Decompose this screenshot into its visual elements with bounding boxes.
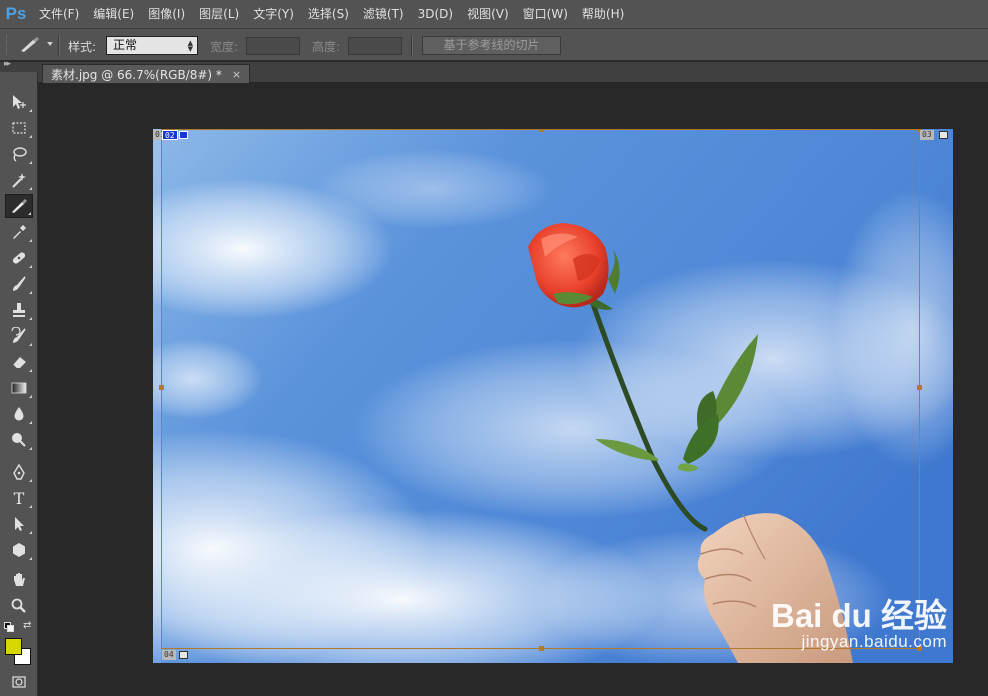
blur-tool-icon[interactable] bbox=[5, 402, 33, 426]
slice-image-icon bbox=[939, 131, 948, 139]
options-grip[interactable] bbox=[6, 35, 10, 55]
slice-image-icon bbox=[179, 651, 188, 659]
history-brush-tool-icon[interactable] bbox=[5, 324, 33, 348]
baidu-watermark: Bai du 经验 jingyan.baidu.com bbox=[771, 599, 947, 651]
swap-colors-icon[interactable]: ⇄ bbox=[23, 620, 31, 631]
menu-view[interactable]: 视图(V) bbox=[460, 0, 516, 28]
image-canvas[interactable]: 01 02 03 04 Bai du 经验 jingyan.baidu.com bbox=[153, 129, 953, 663]
document-tab-title: 素材.jpg @ 66.7%(RGB/8#) * bbox=[51, 67, 222, 82]
menu-3d[interactable]: 3D(D) bbox=[411, 0, 460, 28]
color-swatches bbox=[4, 638, 34, 670]
menu-help[interactable]: 帮助(H) bbox=[575, 0, 631, 28]
style-select-value: 正常 bbox=[113, 38, 138, 52]
zoom-tool-icon[interactable] bbox=[5, 594, 33, 618]
dodge-tool-icon[interactable] bbox=[5, 428, 33, 452]
watermark-main: Bai du 经验 bbox=[770, 597, 947, 634]
menu-layer[interactable]: 图层(L) bbox=[192, 0, 246, 28]
menu-bar: Ps 文件(F) 编辑(E) 图像(I) 图层(L) 文字(Y) 选择(S) 滤… bbox=[0, 0, 988, 28]
pen-tool-icon[interactable] bbox=[5, 460, 33, 484]
slice-tool-icon[interactable] bbox=[18, 36, 40, 54]
menu-edit[interactable]: 编辑(E) bbox=[86, 0, 141, 28]
brush-tool-icon[interactable] bbox=[5, 272, 33, 296]
slice-label-03: 03 bbox=[920, 130, 934, 140]
magic-wand-tool-icon[interactable] bbox=[5, 168, 33, 192]
slice-handle[interactable] bbox=[917, 385, 922, 390]
slice-handle[interactable] bbox=[159, 385, 164, 390]
eyedropper-tool-icon[interactable] bbox=[5, 220, 33, 244]
eraser-tool-icon[interactable] bbox=[5, 350, 33, 374]
lasso-tool-icon[interactable] bbox=[5, 142, 33, 166]
watermark-url: jingyan.baidu.com bbox=[801, 632, 947, 651]
slice-label-04: 04 bbox=[162, 650, 176, 660]
options-divider bbox=[58, 35, 60, 56]
menu-window[interactable]: 窗口(W) bbox=[516, 0, 575, 28]
slice-handle[interactable] bbox=[539, 646, 544, 651]
slice-tool-icon[interactable] bbox=[5, 194, 33, 218]
options-divider bbox=[411, 35, 413, 56]
toolbox: ▸▸ T ⇄ bbox=[0, 59, 38, 696]
slice-image-icon bbox=[179, 131, 188, 139]
shape-tool-icon[interactable] bbox=[5, 538, 33, 562]
style-label: 样式: bbox=[68, 40, 97, 54]
style-select[interactable]: 正常 ▲ ▼ bbox=[106, 36, 198, 55]
default-colors-icon[interactable] bbox=[4, 622, 14, 632]
clone-stamp-tool-icon[interactable] bbox=[5, 298, 33, 322]
tool-preset-chevron-down-icon[interactable] bbox=[47, 42, 53, 46]
options-bar: 样式: 正常 ▲ ▼ 宽度: 高度: 基于参考线的切片 bbox=[0, 28, 988, 61]
document-tab-bar: 素材.jpg @ 66.7%(RGB/8#) * × bbox=[38, 62, 988, 83]
toolbox-header[interactable]: ▸▸ bbox=[0, 59, 38, 72]
gradient-tool-icon[interactable] bbox=[5, 376, 33, 400]
slices-from-guides-button[interactable]: 基于参考线的切片 bbox=[422, 36, 561, 55]
move-tool-icon[interactable] bbox=[5, 90, 33, 114]
photo-image bbox=[153, 129, 953, 663]
collapse-icon[interactable]: ▸▸ bbox=[4, 59, 11, 69]
healing-brush-tool-icon[interactable] bbox=[5, 246, 33, 270]
menu-file[interactable]: 文件(F) bbox=[32, 0, 86, 28]
height-input[interactable] bbox=[348, 37, 402, 55]
photoshop-logo: Ps bbox=[5, 4, 27, 23]
height-label: 高度: bbox=[312, 40, 341, 54]
menu-select[interactable]: 选择(S) bbox=[301, 0, 356, 28]
slice-handle[interactable] bbox=[539, 129, 544, 132]
marquee-tool-icon[interactable] bbox=[5, 116, 33, 140]
menu-filter[interactable]: 滤镜(T) bbox=[356, 0, 411, 28]
slice-label-02: 02 bbox=[162, 130, 178, 140]
select-arrows-icon: ▲ ▼ bbox=[187, 39, 193, 53]
hand-tool-icon[interactable] bbox=[5, 568, 33, 592]
width-label: 宽度: bbox=[210, 40, 239, 54]
foreground-color-swatch[interactable] bbox=[5, 638, 22, 655]
menu-type[interactable]: 文字(Y) bbox=[246, 0, 301, 28]
close-icon[interactable]: × bbox=[232, 68, 241, 81]
quick-mask-icon[interactable] bbox=[5, 670, 33, 694]
type-tool-icon[interactable]: T bbox=[5, 486, 33, 510]
menu-image[interactable]: 图像(I) bbox=[141, 0, 192, 28]
path-selection-tool-icon[interactable] bbox=[5, 512, 33, 536]
width-input[interactable] bbox=[246, 37, 300, 55]
document-tab[interactable]: 素材.jpg @ 66.7%(RGB/8#) * × bbox=[42, 64, 251, 83]
